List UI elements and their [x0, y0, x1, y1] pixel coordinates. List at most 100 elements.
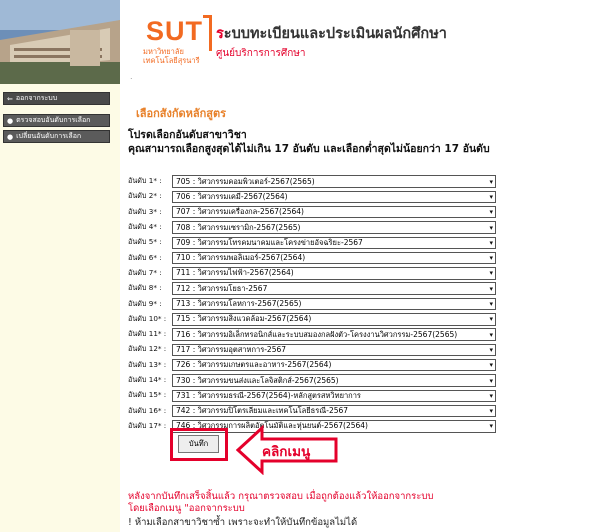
campus-banner-image — [0, 0, 120, 84]
save-button[interactable]: บันทึก — [178, 435, 219, 453]
rank-label: อันดับ 10* : — [128, 313, 167, 323]
chevron-down-icon: ▾ — [489, 422, 493, 431]
chevron-down-icon: ▾ — [489, 284, 493, 293]
rank-label: อันดับ 8* : — [128, 283, 162, 293]
rank-select[interactable]: 709 : วิศวกรรมโทรคมนาคมและโครงข่ายอัจฉริ… — [172, 236, 496, 250]
ranking-row: อันดับ 10* : 715 : วิศวกรรมสิ่งแวดล้อม-25… — [128, 312, 498, 327]
chevron-down-icon: ▾ — [489, 345, 493, 354]
logo-bracket-icon — [203, 15, 212, 51]
rank-label: อันดับ 1* : — [128, 176, 162, 186]
title-first-letter: ร — [216, 26, 224, 42]
ranking-row: อันดับ 12* : 717 : วิศวกรรมอุตสาหการ-2567… — [128, 342, 498, 357]
sut-logo: SUT — [146, 16, 203, 46]
chevron-down-icon: ▾ — [489, 208, 493, 217]
ranking-row: อันดับ 5* : 709 : วิศวกรรมโทรคมนาคมและโคร… — [128, 235, 498, 250]
note-line2: โดยเลือกเมนู "ออกจากระบบ — [128, 503, 245, 514]
rank-select-value: 710 : วิศวกรรมพอลิเมอร์-2567(2564) — [176, 253, 306, 263]
chevron-down-icon: ▾ — [489, 330, 493, 339]
chevron-down-icon: ▾ — [489, 315, 493, 324]
ranking-row: อันดับ 3* : 707 : วิศวกรรมเครื่องกล-2567(… — [128, 205, 498, 220]
rank-label: อันดับ 14* : — [128, 375, 167, 384]
ranking-row: อันดับ 2* : 706 : วิศวกรรมเคมี-2567(2564)… — [128, 189, 498, 204]
rank-label: อันดับ 9* : — [128, 298, 162, 308]
rank-select-value: 716 : วิศวกรรมอิเล็กทรอนิกส์และระบบสมองก… — [176, 329, 458, 339]
ranking-row: อันดับ 15* : 731 : วิศวกรรมธรณี-2567(2564… — [128, 388, 498, 403]
rank-select[interactable]: 711 : วิศวกรรมไฟฟ้า-2567(2564) ▾ — [172, 267, 496, 280]
page-subtitle: ศูนย์บริการการศึกษา — [216, 48, 306, 59]
rank-select[interactable]: 716 : วิศวกรรมอิเล็กทรอนิกส์และระบบสมองก… — [172, 328, 496, 341]
university-name-line2: เทคโนโลยีสุรนารี — [143, 56, 200, 65]
chevron-down-icon: ▾ — [489, 177, 493, 186]
ranking-row: อันดับ 16* : 742 : วิศวกรรมปิโตรเลียมและเ… — [128, 403, 498, 418]
rank-label: อันดับ 3* : — [128, 206, 162, 216]
rank-select[interactable]: 715 : วิศวกรรมสิ่งแวดล้อม-2567(2564) ▾ — [172, 313, 496, 326]
rank-select[interactable]: 705 : วิศวกรรมคอมพิวเตอร์-2567(2565) ▾ — [172, 175, 496, 188]
ranking-row: อันดับ 14* : 730 : วิศวกรรมขนส่งและโลจิสต… — [128, 373, 498, 388]
rank-label: อันดับ 7* : — [128, 267, 162, 277]
ranking-row: อันดับ 1* : 705 : วิศวกรรมคอมพิวเตอร์-256… — [128, 174, 498, 189]
rank-select-value: 713 : วิศวกรรมโลหการ-2567(2565) — [176, 299, 302, 309]
rank-select[interactable]: 726 : วิศวกรรมเกษตรและอาหาร-2567(2564) ▾ — [172, 358, 496, 372]
rank-select-value: 709 : วิศวกรรมโทรคมนาคมและโครงข่ายอัจฉริ… — [176, 237, 363, 247]
dot-mark: . — [130, 72, 133, 81]
rank-select[interactable]: 730 : วิศวกรรมขนส่งและโลจิสติกส์-2567(25… — [172, 374, 496, 387]
rank-select[interactable]: 707 : วิศวกรรมเครื่องกล-2567(2564) ▾ — [172, 205, 496, 219]
instruction-line2: คุณสามารถเลือกสูงสุดได้ไม่เกิน 17 อันดับ… — [128, 143, 490, 155]
rank-select-value: 711 : วิศวกรรมไฟฟ้า-2567(2564) — [176, 268, 294, 278]
rank-select[interactable]: 731 : วิศวกรรมธรณี-2567(2564)-หลักสูตรสห… — [172, 389, 496, 403]
rank-select-value: 717 : วิศวกรรมอุตสาหการ-2567 — [176, 344, 287, 354]
rank-label: อันดับ 13* : — [128, 359, 167, 369]
rank-select-value: 707 : วิศวกรรมเครื่องกล-2567(2564) — [176, 207, 304, 217]
chevron-down-icon: ▾ — [489, 223, 493, 232]
rank-select[interactable]: 706 : วิศวกรรมเคมี-2567(2564) ▾ — [172, 190, 496, 204]
rank-select-value: 730 : วิศวกรรมขนส่งและโลจิสติกส์-2567(25… — [176, 375, 339, 385]
rank-select-value: 726 : วิศวกรรมเกษตรและอาหาร-2567(2564) — [176, 360, 332, 370]
rank-select[interactable]: 717 : วิศวกรรมอุตสาหการ-2567 ▾ — [172, 343, 496, 357]
rank-select-value: 705 : วิศวกรรมคอมพิวเตอร์-2567(2565) — [176, 176, 315, 186]
rank-select-value: 706 : วิศวกรรมเคมี-2567(2564) — [176, 191, 288, 201]
chevron-down-icon: ▾ — [489, 192, 493, 201]
section-title: เลือกสังกัดหลักสูตร — [136, 107, 227, 120]
chevron-down-icon: ▾ — [489, 300, 493, 309]
ranking-list: อันดับ 1* : 705 : วิศวกรรมคอมพิวเตอร์-256… — [128, 174, 498, 434]
rank-label: อันดับ 16* : — [128, 405, 167, 415]
rank-label: อันดับ 17* : — [128, 420, 167, 430]
chevron-down-icon: ▾ — [489, 238, 493, 247]
chevron-down-icon: ▾ — [489, 361, 493, 370]
ranking-row: อันดับ 9* : 713 : วิศวกรรมโลหการ-2567(256… — [128, 296, 498, 311]
logout-button[interactable]: ⇐ ออกจากระบบ — [3, 92, 110, 105]
rank-label: อันดับ 4* : — [128, 222, 162, 232]
ranking-row: อันดับ 13* : 726 : วิศวกรรมเกษตรและอาหาร-… — [128, 358, 498, 373]
side-menu: ⇐ ออกจากระบบ ● ตรวจสอบอันดับการเลือก ● เ… — [3, 92, 110, 146]
sidebar-item-check-ranking[interactable]: ● ตรวจสอบอันดับการเลือก — [3, 114, 110, 127]
arrow-left-icon: ⇐ — [7, 94, 13, 103]
sidebar-item-change-ranking[interactable]: ● เปลี่ยนอันดับการเลือก — [3, 130, 110, 143]
rank-select-value: 715 : วิศวกรรมสิ่งแวดล้อม-2567(2564) — [176, 314, 312, 324]
bullet-icon: ● — [7, 132, 14, 141]
rank-select[interactable]: 712 : วิศวกรรมโยธา-2567 ▾ — [172, 282, 496, 295]
ranking-row: อันดับ 4* : 708 : วิศวกรรมเซรามิก-2567(25… — [128, 220, 498, 235]
warning-note: ! ห้ามเลือกสาขาวิชาซ้ำ เพราะจะทำให้บันทึ… — [128, 517, 358, 528]
rank-select[interactable]: 710 : วิศวกรรมพอลิเมอร์-2567(2564) ▾ — [172, 251, 496, 265]
ranking-row: อันดับ 8* : 712 : วิศวกรรมโยธา-2567 ▾ — [128, 281, 498, 296]
rank-label: อันดับ 2* : — [128, 191, 162, 201]
rank-label: อันดับ 11* : — [128, 329, 167, 339]
rank-select[interactable]: 742 : วิศวกรรมปิโตรเลียมและเทคโนโลยีธรณี… — [172, 404, 496, 418]
rank-select-value: 742 : วิศวกรรมปิโตรเลียมและเทคโนโลยีธรณี… — [176, 406, 349, 416]
chevron-down-icon: ▾ — [489, 269, 493, 278]
rank-select[interactable]: 713 : วิศวกรรมโลหการ-2567(2565) ▾ — [172, 297, 496, 311]
page-title: ระบบทะเบียนและประเมินผลนักศึกษา — [216, 22, 447, 45]
chevron-down-icon: ▾ — [489, 376, 493, 385]
annotation-label: คลิกเมนู — [262, 444, 311, 460]
ranking-row: อันดับ 6* : 710 : วิศวกรรมพอลิเมอร์-2567(… — [128, 250, 498, 265]
ranking-row: อันดับ 7* : 711 : วิศวกรรมไฟฟ้า-2567(2564… — [128, 266, 498, 281]
rank-select-value: 708 : วิศวกรรมเซรามิก-2567(2565) — [176, 222, 301, 232]
bullet-icon: ● — [7, 116, 14, 125]
rank-label: อันดับ 15* : — [128, 390, 167, 400]
chevron-down-icon: ▾ — [489, 254, 493, 263]
ranking-row: อันดับ 11* : 716 : วิศวกรรมอิเล็กทรอนิกส์… — [128, 327, 498, 342]
chevron-down-icon: ▾ — [489, 407, 493, 416]
rank-select-value: 712 : วิศวกรรมโยธา-2567 — [176, 283, 268, 293]
rank-label: อันดับ 12* : — [128, 344, 167, 354]
rank-select[interactable]: 708 : วิศวกรรมเซรามิก-2567(2565) ▾ — [172, 221, 496, 234]
